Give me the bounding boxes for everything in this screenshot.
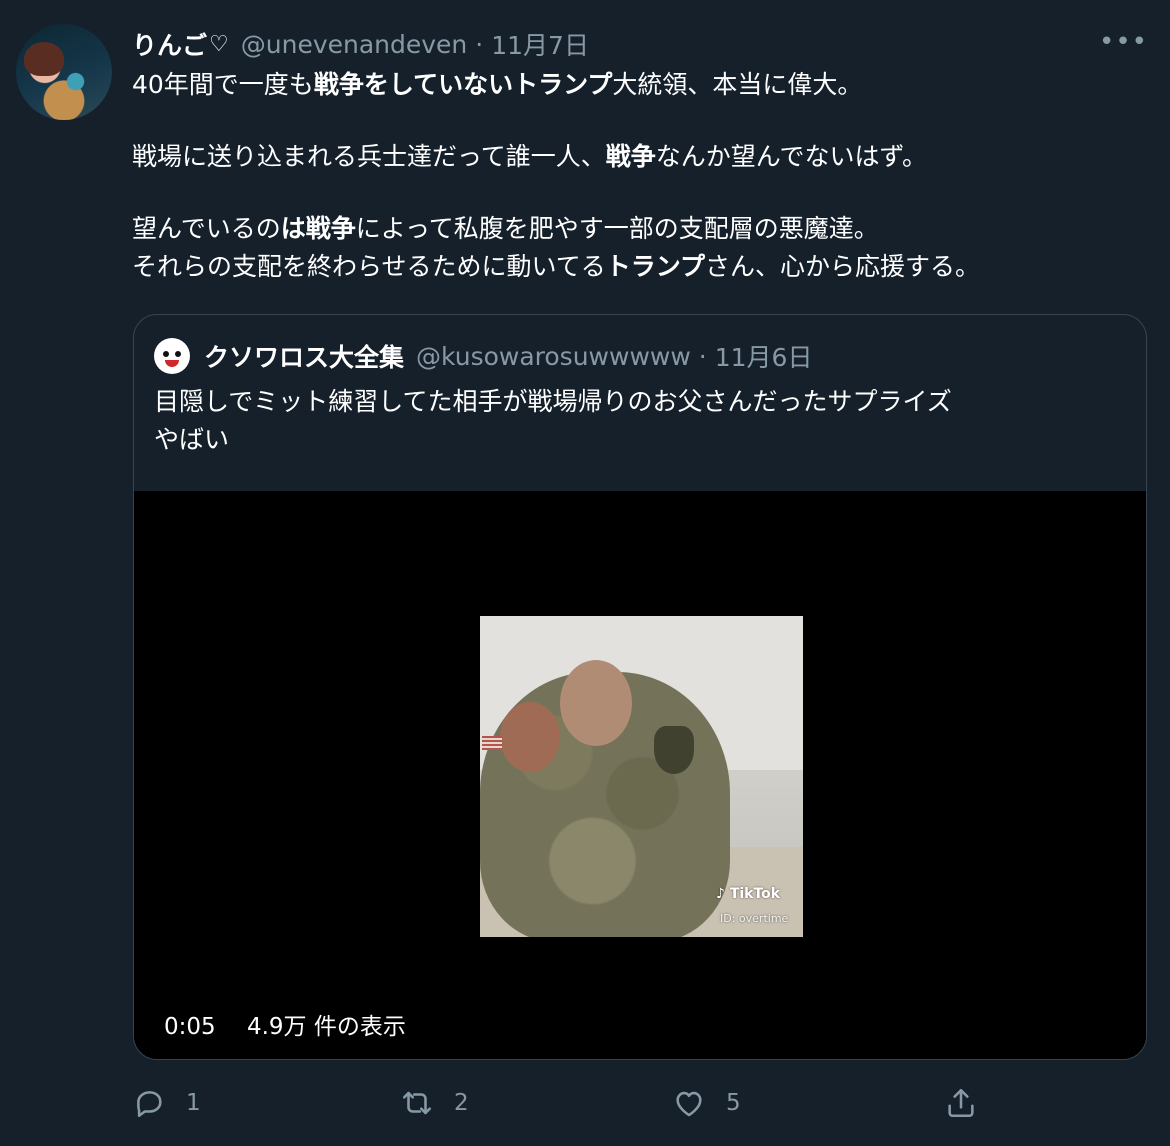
like-icon <box>676 1091 702 1117</box>
user-handle[interactable]: @unevenandeven <box>241 30 468 59</box>
tweet-text: 大統領、本当に偉大。 <box>612 70 863 99</box>
quoted-tweet-header: クソワロス大全集 @kusowarosuwwwww · 11月6日 <box>154 337 812 375</box>
video-player[interactable]: ♪ TikTok ID: overtime 0:05 4.9万 件の表示 <box>134 491 1146 1059</box>
separator-dot: · <box>698 341 707 371</box>
quoted-handle[interactable]: @kusowarosuwwwww <box>416 342 691 371</box>
quoted-tweet-text: 目隠しでミット練習してた相手が戦場帰りのお父さんだったサプライズ やばい <box>154 383 1134 459</box>
quoted-avatar[interactable] <box>154 338 190 374</box>
reply-count: 1 <box>186 1090 201 1116</box>
tweet-body: 40年間で一度も戦争をしていないトランプ大統領、本当に偉大。 戦場に送り込まれる… <box>132 66 1152 286</box>
avatar-hair <box>24 42 64 76</box>
tiktok-user: ID: overtime <box>720 912 789 925</box>
tweet-text: 戦場に送り込まれる兵士達だって誰一人、 <box>132 142 606 171</box>
quoted-display-name[interactable]: クソワロス大全集 <box>204 338 404 374</box>
tweet-date[interactable]: 11月7日 <box>491 26 589 62</box>
video-duration: 0:05 <box>164 1014 216 1040</box>
tweet-text: 望んでいるの <box>132 214 281 243</box>
tweet-bold-text: 戦争をしていないトランプ <box>313 70 613 99</box>
quoted-date[interactable]: 11月6日 <box>715 338 813 374</box>
video-views: 4.9万 件の表示 <box>246 1014 406 1040</box>
tweet-line-1: 40年間で一度も戦争をしていないトランプ大統領、本当に偉大。 <box>132 66 1152 104</box>
tweet-header: りんご ♡ @unevenandeven · 11月7日 <box>132 26 589 62</box>
quoted-text-line: やばい <box>154 425 230 454</box>
reply-icon <box>137 1091 162 1118</box>
video-meta: 0:05 4.9万 件の表示 <box>164 1007 406 1041</box>
tweet-text: さん、心から応援する。 <box>705 252 981 281</box>
tiktok-user-text: overtime <box>738 912 789 925</box>
tweet-bold-text: は戦争 <box>280 214 356 243</box>
retweet-count: 2 <box>454 1090 469 1116</box>
share-button[interactable] <box>944 1080 978 1126</box>
tweet-text: 40年間で一度も <box>132 70 314 99</box>
tweet-bold-text: トランプ <box>605 252 706 281</box>
like-count: 5 <box>726 1090 741 1116</box>
share-icon <box>948 1088 974 1118</box>
quoted-tweet[interactable]: クソワロス大全集 @kusowarosuwwwww · 11月6日 目隠しでミッ… <box>133 314 1147 1060</box>
tweet-line-2: 戦場に送り込まれる兵士達だって誰一人、戦争なんか望んでないはず。 <box>132 138 1152 176</box>
video-thumbnail[interactable]: ♪ TikTok ID: overtime <box>480 616 803 937</box>
name-heart: ♡ <box>209 31 229 57</box>
tweet-text: によって私腹を肥やす一部の支配層の悪魔達。 <box>355 214 879 243</box>
retweet-button[interactable]: 2 <box>400 1080 469 1126</box>
like-button[interactable]: 5 <box>672 1080 741 1126</box>
tweet-text: なんか望んでないはず。 <box>655 142 928 171</box>
tweet-bold-text: 戦争 <box>605 142 656 171</box>
tweet-line-4: それらの支配を終わらせるために動いてるトランプさん、心から応援する。 <box>132 248 1152 286</box>
tiktok-watermark-text: TikTok <box>729 886 781 902</box>
reply-button[interactable]: 1 <box>132 1080 201 1126</box>
user-avatar[interactable] <box>16 24 112 120</box>
retweet-icon <box>402 1091 432 1115</box>
display-name[interactable]: りんご <box>132 26 207 62</box>
tweet-text: それらの支配を終わらせるために動いてる <box>132 252 606 281</box>
tiktok-watermark: ♪ TikTok <box>716 886 781 902</box>
tweet-actions: 1 2 5 <box>132 1080 992 1126</box>
more-icon[interactable]: ••• <box>1099 29 1148 55</box>
quoted-text-line: 目隠しでミット練習してた相手が戦場帰りのお父さんだったサプライズ <box>154 387 952 416</box>
separator-dot: · <box>475 29 484 59</box>
tweet-line-3: 望んでいるのは戦争によって私腹を肥やす一部の支配層の悪魔達。 <box>132 210 1152 248</box>
